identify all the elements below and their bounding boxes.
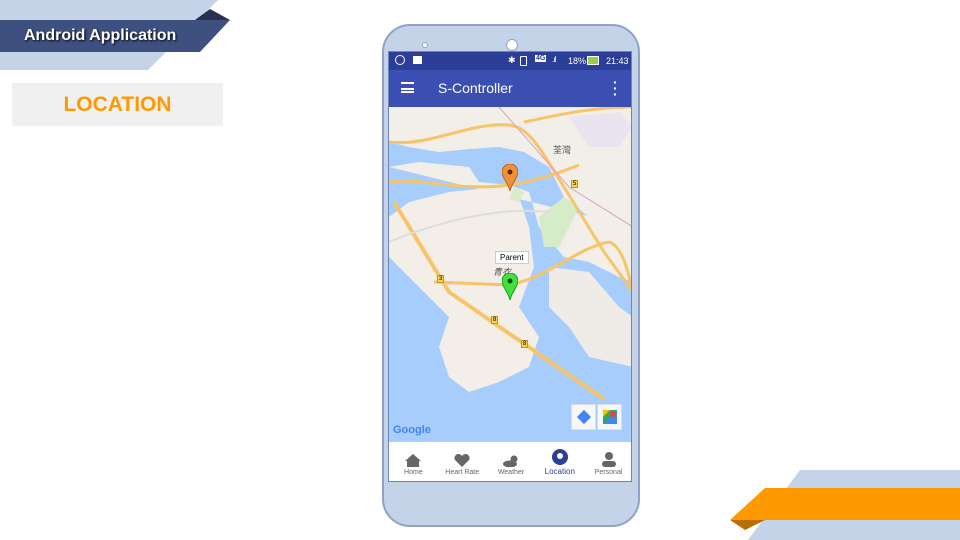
nav-personal[interactable]: Personal [584, 442, 631, 481]
open-maps-button[interactable] [597, 404, 622, 430]
sensor [422, 42, 428, 48]
parent-marker-icon[interactable] [502, 273, 518, 301]
clock: 21:43 [606, 56, 629, 66]
phone-screen: ✱ 4G .ıl 18% 21:43 S-Controller · · · 荃灣 青… [388, 51, 632, 482]
battery-percent: 18% [568, 56, 587, 66]
gallery-icon [413, 56, 422, 64]
vibrate-icon [520, 56, 527, 66]
camera [506, 39, 518, 51]
directions-button[interactable] [571, 404, 596, 430]
battery-icon [587, 56, 599, 65]
network-type: 4G [535, 55, 547, 62]
banner-title: Android Application [24, 27, 177, 44]
nav-weather[interactable]: Weather [487, 442, 536, 481]
heart-rate-icon [454, 454, 470, 467]
route-shield: 5 [571, 180, 579, 188]
nav-heart-rate[interactable]: Heart Rate [438, 442, 487, 481]
directions-icon [576, 409, 591, 425]
route-shield: 3 [437, 275, 445, 283]
nav-label: Personal [594, 469, 623, 476]
bottom-navigation: Home Heart Rate Weather Location Persona… [389, 442, 631, 481]
status-bar: ✱ 4G .ıl 18% 21:43 [389, 52, 631, 70]
route-shield: 8 [521, 340, 529, 348]
whatsapp-icon [395, 55, 405, 65]
map-view[interactable]: 荃灣 青衣 3 5 8 8 Parent Google [389, 107, 631, 442]
location-icon [551, 449, 568, 465]
district-label: 荃灣 [553, 145, 572, 155]
person-icon [601, 452, 616, 467]
signal-icon: .ıl [552, 55, 556, 64]
bluetooth-icon: ✱ [508, 55, 516, 65]
nav-label: Home [404, 469, 423, 476]
app-title: S-Controller [438, 80, 513, 96]
marker-info-window: Parent [495, 251, 529, 264]
google-maps-icon [602, 410, 617, 424]
nav-home[interactable]: Home [389, 442, 438, 481]
child-marker-icon[interactable] [502, 164, 518, 192]
google-logo: Google [393, 424, 431, 436]
app-bar: S-Controller · · · [389, 70, 631, 107]
weather-icon [502, 455, 518, 467]
more-vert-icon[interactable]: · · · [613, 75, 618, 101]
hamburger-icon[interactable] [401, 82, 414, 93]
nav-label: Location [544, 467, 575, 476]
home-icon [405, 454, 422, 467]
nav-label: Weather [497, 469, 525, 476]
section-title: LOCATION [12, 83, 223, 126]
nav-label: Heart Rate [445, 469, 480, 476]
route-shield: 8 [491, 316, 499, 324]
nav-location[interactable]: Location [535, 442, 584, 481]
